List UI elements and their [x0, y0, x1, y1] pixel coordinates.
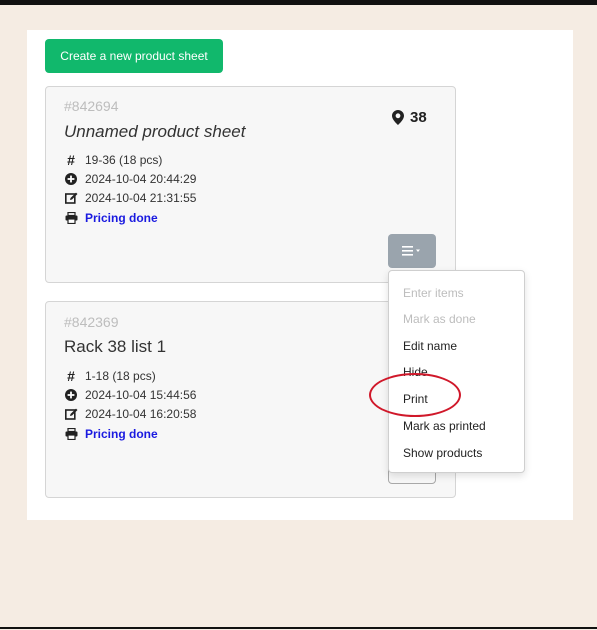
- printer-icon: [63, 427, 79, 441]
- created-timestamp: 2024-10-04 15:44:56: [85, 388, 197, 402]
- create-product-sheet-button[interactable]: Create a new product sheet: [45, 39, 223, 73]
- status-row: Pricing done: [63, 211, 158, 225]
- range-row: # 1-18 (18 pcs): [63, 368, 156, 384]
- range-value: 1-18 (18 pcs): [85, 369, 156, 383]
- menu-item-enter-items[interactable]: Enter items: [403, 286, 464, 300]
- edited-row: 2024-10-04 16:20:58: [63, 407, 196, 421]
- range-row: # 19-36 (18 pcs): [63, 152, 163, 168]
- status-text: Pricing done: [85, 211, 158, 225]
- sheet-actions-dropdown: Enter items Mark as done Edit name Hide …: [388, 270, 525, 473]
- product-sheet-card: #842694 Unnamed product sheet 38 # 19-36…: [45, 86, 456, 283]
- plus-circle-icon: [63, 388, 79, 402]
- edited-row: 2024-10-04 21:31:55: [63, 191, 196, 205]
- map-marker-icon: [392, 110, 404, 125]
- hash-icon: #: [67, 368, 75, 384]
- menu-item-print[interactable]: Print: [403, 392, 428, 406]
- menu-item-hide[interactable]: Hide: [403, 365, 428, 379]
- sheet-actions-menu-button[interactable]: [388, 234, 436, 268]
- printer-icon: [63, 211, 79, 225]
- menu-item-mark-as-done[interactable]: Mark as done: [403, 312, 476, 326]
- sheet-id: #842694: [64, 98, 119, 114]
- hamburger-menu-icon: [402, 246, 420, 256]
- edit-icon: [63, 191, 79, 205]
- range-value: 19-36 (18 pcs): [85, 153, 163, 167]
- sheet-name: Rack 38 list 1: [64, 337, 167, 356]
- edit-icon: [63, 407, 79, 421]
- edited-timestamp: 2024-10-04 21:31:55: [85, 191, 197, 205]
- status-text: Pricing done: [85, 427, 158, 441]
- edited-timestamp: 2024-10-04 16:20:58: [85, 407, 197, 421]
- location-badge: 38: [392, 109, 427, 126]
- bottom-border: [0, 627, 597, 629]
- menu-item-mark-as-printed[interactable]: Mark as printed: [403, 419, 486, 433]
- menu-item-edit-name[interactable]: Edit name: [403, 339, 457, 353]
- hash-icon: #: [67, 152, 75, 168]
- created-timestamp: 2024-10-04 20:44:29: [85, 172, 197, 186]
- sheet-name: Unnamed product sheet: [64, 122, 246, 141]
- created-row: 2024-10-04 20:44:29: [63, 172, 196, 186]
- created-row: 2024-10-04 15:44:56: [63, 388, 196, 402]
- status-row: Pricing done: [63, 427, 158, 441]
- top-border: [0, 0, 597, 5]
- location-value: 38: [410, 109, 427, 126]
- sheet-id: #842369: [64, 314, 119, 330]
- plus-circle-icon: [63, 172, 79, 186]
- menu-item-show-products[interactable]: Show products: [403, 446, 482, 460]
